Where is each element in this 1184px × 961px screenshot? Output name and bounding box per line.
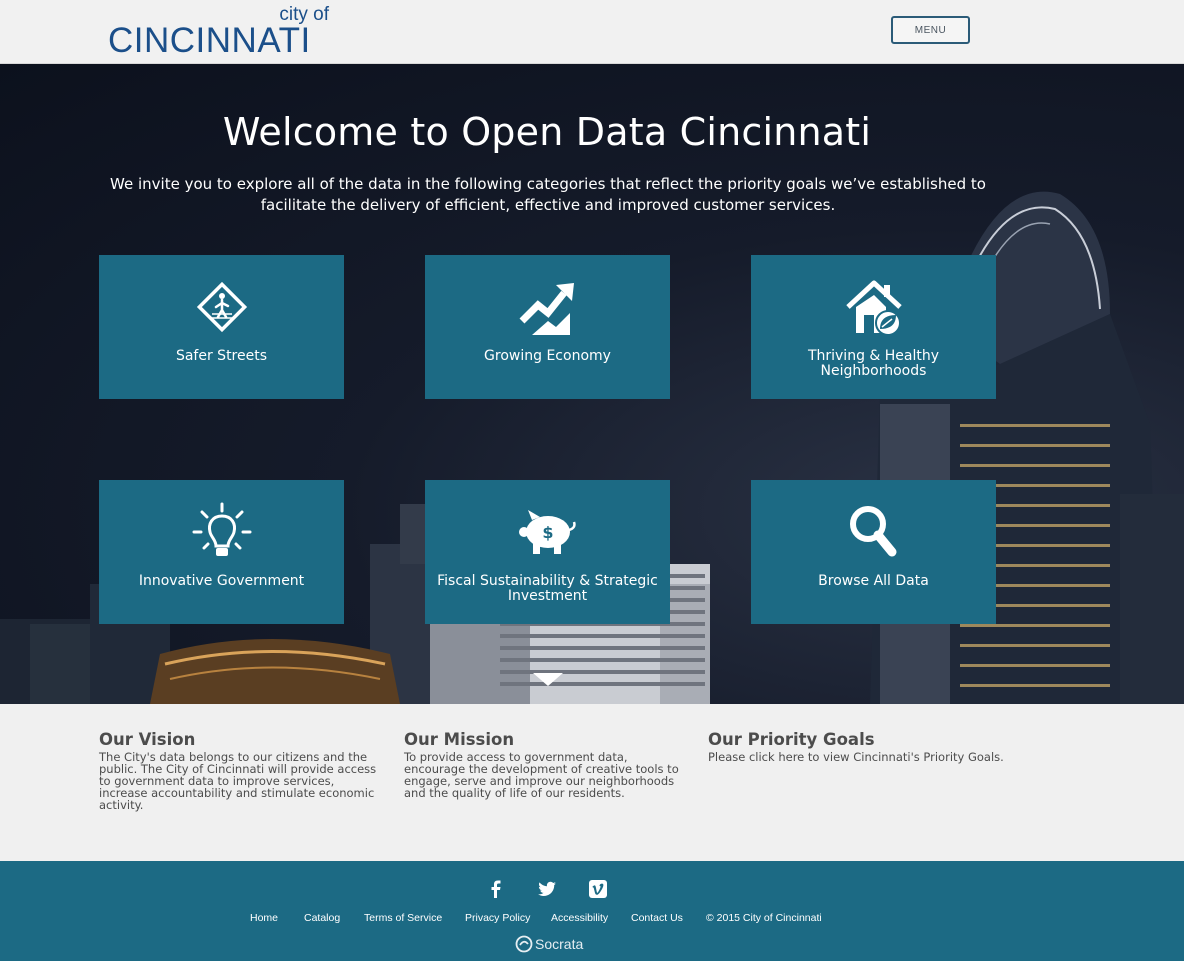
priority-goals-title: Our Priority Goals <box>708 730 875 749</box>
priority-goals-column: Our Priority Goals Please click here to … <box>708 730 1008 763</box>
footer-link-privacy[interactable]: Privacy Policy <box>465 912 530 924</box>
hero-intro-text: We invite you to explore all of the data… <box>110 175 986 214</box>
twitter-icon[interactable] <box>536 878 558 900</box>
info-section: Our Vision The City's data belongs to ou… <box>0 704 1184 861</box>
mission-title: Our Mission <box>404 730 515 749</box>
piggy-bank-icon: $ <box>425 502 670 562</box>
facebook-icon[interactable] <box>485 878 507 900</box>
hero-section: Welcome to Open Data Cincinnati We invit… <box>0 64 1184 704</box>
svg-text:$: $ <box>542 523 553 542</box>
logo-cincinnati: CINCINNATI <box>108 21 311 60</box>
menu-button[interactable]: MENU <box>891 16 970 44</box>
tile-label: Thriving & Healthy Neighborhoods <box>807 348 940 379</box>
tile-label: Innovative Government <box>138 573 305 589</box>
footer-links: Home Catalog Terms of Service Privacy Po… <box>0 912 1184 928</box>
social-links <box>485 878 615 900</box>
footer-link-terms[interactable]: Terms of Service <box>364 912 442 924</box>
site-header: city of CINCINNATI MENU <box>0 0 1184 64</box>
house-leaf-icon <box>751 277 996 337</box>
footer-copyright: © 2015 City of Cincinnati <box>706 912 822 924</box>
category-tile-growing-economy[interactable]: Growing Economy <box>425 255 670 399</box>
search-icon <box>751 502 996 562</box>
trend-up-icon <box>425 277 670 337</box>
socrata-logo-icon <box>515 935 533 953</box>
city-logo[interactable]: city of CINCINNATI <box>108 4 333 60</box>
page-title: Welcome to Open Data Cincinnati <box>222 110 872 154</box>
footer-link-catalog[interactable]: Catalog <box>304 912 340 924</box>
site-footer: Home Catalog Terms of Service Privacy Po… <box>0 861 1184 961</box>
footer-link-accessibility[interactable]: Accessibility <box>551 912 608 924</box>
tile-label: Browse All Data <box>818 573 929 589</box>
priority-goals-link[interactable]: Please click here to view Cincinnati's P… <box>708 751 1008 763</box>
vision-column: Our Vision The City's data belongs to ou… <box>99 730 384 811</box>
socrata-label: Socrata <box>535 936 584 952</box>
scroll-down-icon[interactable] <box>533 673 563 686</box>
tile-label: Fiscal Sustainability & Strategic Invest… <box>437 573 658 604</box>
footer-link-contact[interactable]: Contact Us <box>631 912 683 924</box>
lightbulb-icon <box>99 502 344 562</box>
category-tile-neighborhoods[interactable]: Thriving & Healthy Neighborhoods <box>751 255 996 399</box>
tile-label: Safer Streets <box>175 348 268 364</box>
tile-label: Growing Economy <box>484 348 611 364</box>
vimeo-icon[interactable] <box>587 878 609 900</box>
powered-by-socrata[interactable]: Socrata <box>515 934 583 954</box>
category-tile-browse-all-data[interactable]: Browse All Data <box>751 480 996 624</box>
category-tile-safer-streets[interactable]: Safer Streets <box>99 255 344 399</box>
category-tile-fiscal-sustainability[interactable]: $ Fiscal Sustainability & Strategic Inve… <box>425 480 670 624</box>
mission-text: To provide access to government data, en… <box>404 750 679 800</box>
vision-text: The City's data belongs to our citizens … <box>99 750 377 812</box>
vision-title: Our Vision <box>99 730 196 749</box>
mission-column: Our Mission To provide access to governm… <box>404 730 689 799</box>
pedestrian-crossing-icon <box>99 277 344 337</box>
category-tile-innovative-government[interactable]: Innovative Government <box>99 480 344 624</box>
footer-link-home[interactable]: Home <box>250 912 278 924</box>
